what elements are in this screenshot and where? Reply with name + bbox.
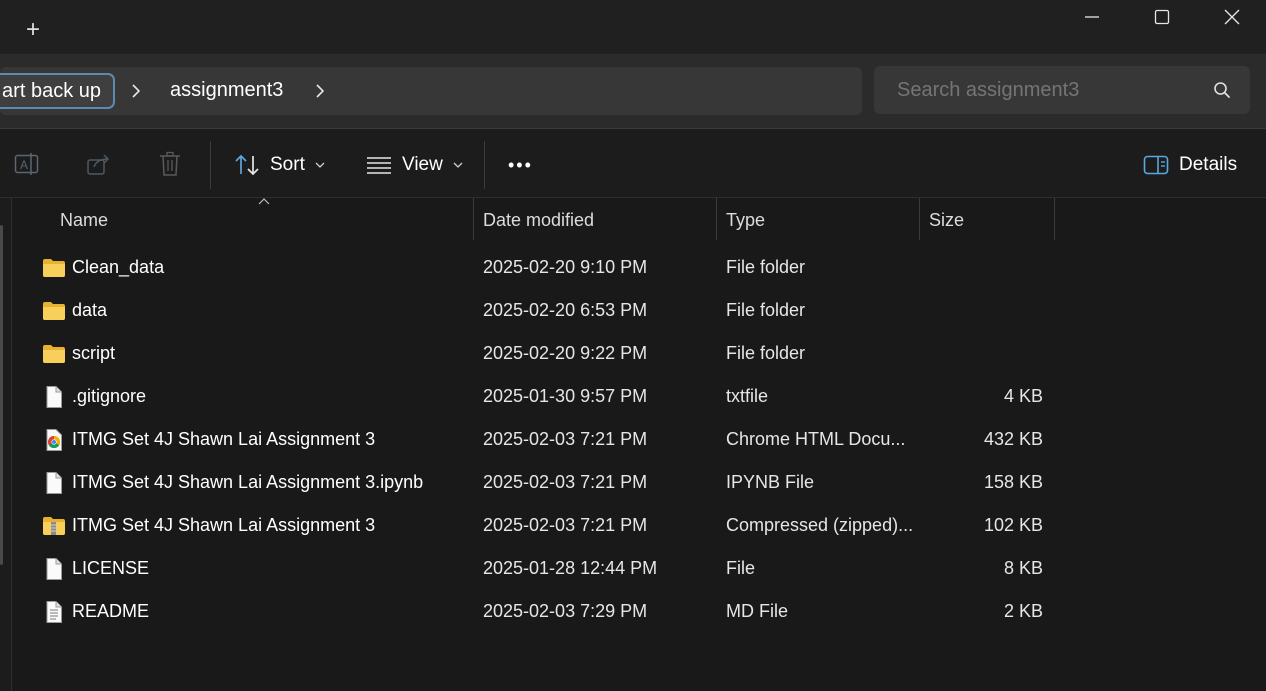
file-icon: [42, 557, 66, 581]
file-size: 432 KB: [983, 429, 1043, 449]
file-row[interactable]: ITMG Set 4J Shawn Lai Assignment 3 2025-0…: [12, 419, 1266, 462]
svg-text:A: A: [20, 158, 28, 172]
chrome-html-icon: [42, 428, 66, 452]
file-name: ITMG Set 4J Shawn Lai Assignment 3.ipynb: [72, 472, 424, 492]
file-row[interactable]: README 2025-02-03 7:29 PM MD File 2 KB: [12, 591, 1266, 634]
folder-icon: [42, 256, 66, 280]
column-type[interactable]: Type: [726, 210, 765, 231]
file-date-modified: 2025-02-20 9:10 PM: [483, 257, 648, 277]
file-row[interactable]: ITMG Set 4J Shawn Lai Assignment 3 2025-0…: [12, 505, 1266, 548]
view-icon: [367, 157, 391, 174]
file-type: File: [726, 558, 756, 578]
minimize-icon: [1085, 16, 1099, 18]
file-date-modified: 2025-02-03 7:21 PM: [483, 515, 648, 535]
file-row[interactable]: LICENSE 2025-01-28 12:44 PM File 8 KB: [12, 548, 1266, 591]
chevron-down-icon: [315, 162, 325, 168]
file-type: IPYNB File: [726, 472, 815, 492]
details-pane-icon: [1143, 155, 1169, 175]
search-icon: [1214, 82, 1230, 98]
details-button[interactable]: Details: [1143, 151, 1237, 179]
column-name[interactable]: Name: [60, 210, 108, 231]
file-name: ITMG Set 4J Shawn Lai Assignment 3: [72, 515, 376, 535]
close-icon: [1224, 9, 1240, 25]
file-name: data: [72, 300, 108, 320]
folder-icon: [42, 342, 66, 366]
chevron-right-icon[interactable]: [126, 81, 146, 101]
delete-icon[interactable]: [158, 151, 182, 177]
close-button[interactable]: [1197, 0, 1266, 34]
details-label: Details: [1179, 154, 1238, 175]
command-bar: A Sort View ••• Details: [0, 128, 1266, 198]
file-row[interactable]: .gitignore 2025-01-30 9:57 PM txtfile 4 KB: [12, 376, 1266, 419]
column-header-row: Name Date modified Type Size: [12, 198, 1266, 240]
share-icon[interactable]: [86, 151, 112, 177]
file-date-modified: 2025-01-28 12:44 PM: [483, 558, 658, 578]
file-row[interactable]: Clean_data 2025-02-20 9:10 PM File folder: [12, 247, 1266, 290]
file-type: Chrome HTML Docu...: [726, 429, 906, 449]
title-bar: +: [0, 0, 1266, 54]
view-button[interactable]: View: [366, 151, 463, 179]
sort-icon: [235, 154, 259, 176]
column-date-modified[interactable]: Date modified: [483, 210, 594, 231]
sort-label: Sort: [270, 154, 305, 175]
file-type: File folder: [726, 257, 806, 277]
sort-button[interactable]: Sort: [234, 151, 325, 179]
file-size: 8 KB: [1003, 558, 1043, 578]
file-date-modified: 2025-02-03 7:29 PM: [483, 601, 648, 621]
file-name: LICENSE: [72, 558, 150, 578]
minimize-button[interactable]: [1057, 0, 1127, 34]
maximize-icon: [1154, 9, 1170, 25]
chevron-right-icon[interactable]: [310, 81, 330, 101]
maximize-button[interactable]: [1127, 0, 1197, 34]
column-divider[interactable]: [473, 198, 474, 240]
search-input[interactable]: [897, 79, 1197, 102]
column-divider[interactable]: [919, 198, 920, 240]
file-icon: [42, 471, 66, 495]
file-name: .gitignore: [72, 386, 147, 406]
new-tab-button[interactable]: +: [20, 18, 46, 44]
nav-scrollbar[interactable]: [0, 225, 3, 565]
file-size: 4 KB: [1003, 386, 1043, 406]
column-divider[interactable]: [716, 198, 717, 240]
zip-folder-icon: [42, 514, 66, 538]
breadcrumb-item-parent[interactable]: art back up: [0, 73, 115, 109]
file-type: File folder: [726, 343, 806, 363]
chevron-down-icon: [453, 162, 463, 168]
file-date-modified: 2025-02-03 7:21 PM: [483, 429, 648, 449]
file-date-modified: 2025-02-03 7:21 PM: [483, 472, 648, 492]
file-size: 158 KB: [983, 472, 1043, 492]
file-row[interactable]: ITMG Set 4J Shawn Lai Assignment 3.ipynb…: [12, 462, 1266, 505]
column-size[interactable]: Size: [929, 210, 964, 231]
file-date-modified: 2025-02-20 6:53 PM: [483, 300, 648, 320]
column-divider[interactable]: [1054, 198, 1055, 240]
file-size: 102 KB: [983, 515, 1043, 535]
file-type: MD File: [726, 601, 788, 621]
toolbar-divider: [210, 141, 211, 189]
file-row[interactable]: script 2025-02-20 9:22 PM File folder: [12, 333, 1266, 376]
file-type: txtfile: [726, 386, 769, 406]
file-type: File folder: [726, 300, 806, 320]
file-size: 2 KB: [1003, 601, 1043, 621]
folder-icon: [42, 299, 66, 323]
more-icon: •••: [508, 154, 533, 175]
search-box[interactable]: [874, 66, 1250, 114]
view-label: View: [402, 154, 443, 175]
file-name: Clean_data: [72, 257, 165, 277]
more-options-button[interactable]: •••: [508, 151, 533, 179]
text-file-icon: [42, 600, 66, 624]
file-name: ITMG Set 4J Shawn Lai Assignment 3: [72, 429, 376, 449]
toolbar-divider: [484, 141, 485, 189]
breadcrumb-item-current[interactable]: assignment3: [170, 79, 283, 102]
sort-ascending-icon: [258, 198, 270, 205]
file-name: README: [72, 601, 150, 621]
file-row[interactable]: data 2025-02-20 6:53 PM File folder: [12, 290, 1266, 333]
file-date-modified: 2025-02-20 9:22 PM: [483, 343, 648, 363]
file-name: script: [72, 343, 116, 363]
file-icon: [42, 385, 66, 409]
rename-icon[interactable]: A: [14, 151, 40, 177]
file-type: Compressed (zipped)...: [726, 515, 914, 535]
file-date-modified: 2025-01-30 9:57 PM: [483, 386, 648, 406]
